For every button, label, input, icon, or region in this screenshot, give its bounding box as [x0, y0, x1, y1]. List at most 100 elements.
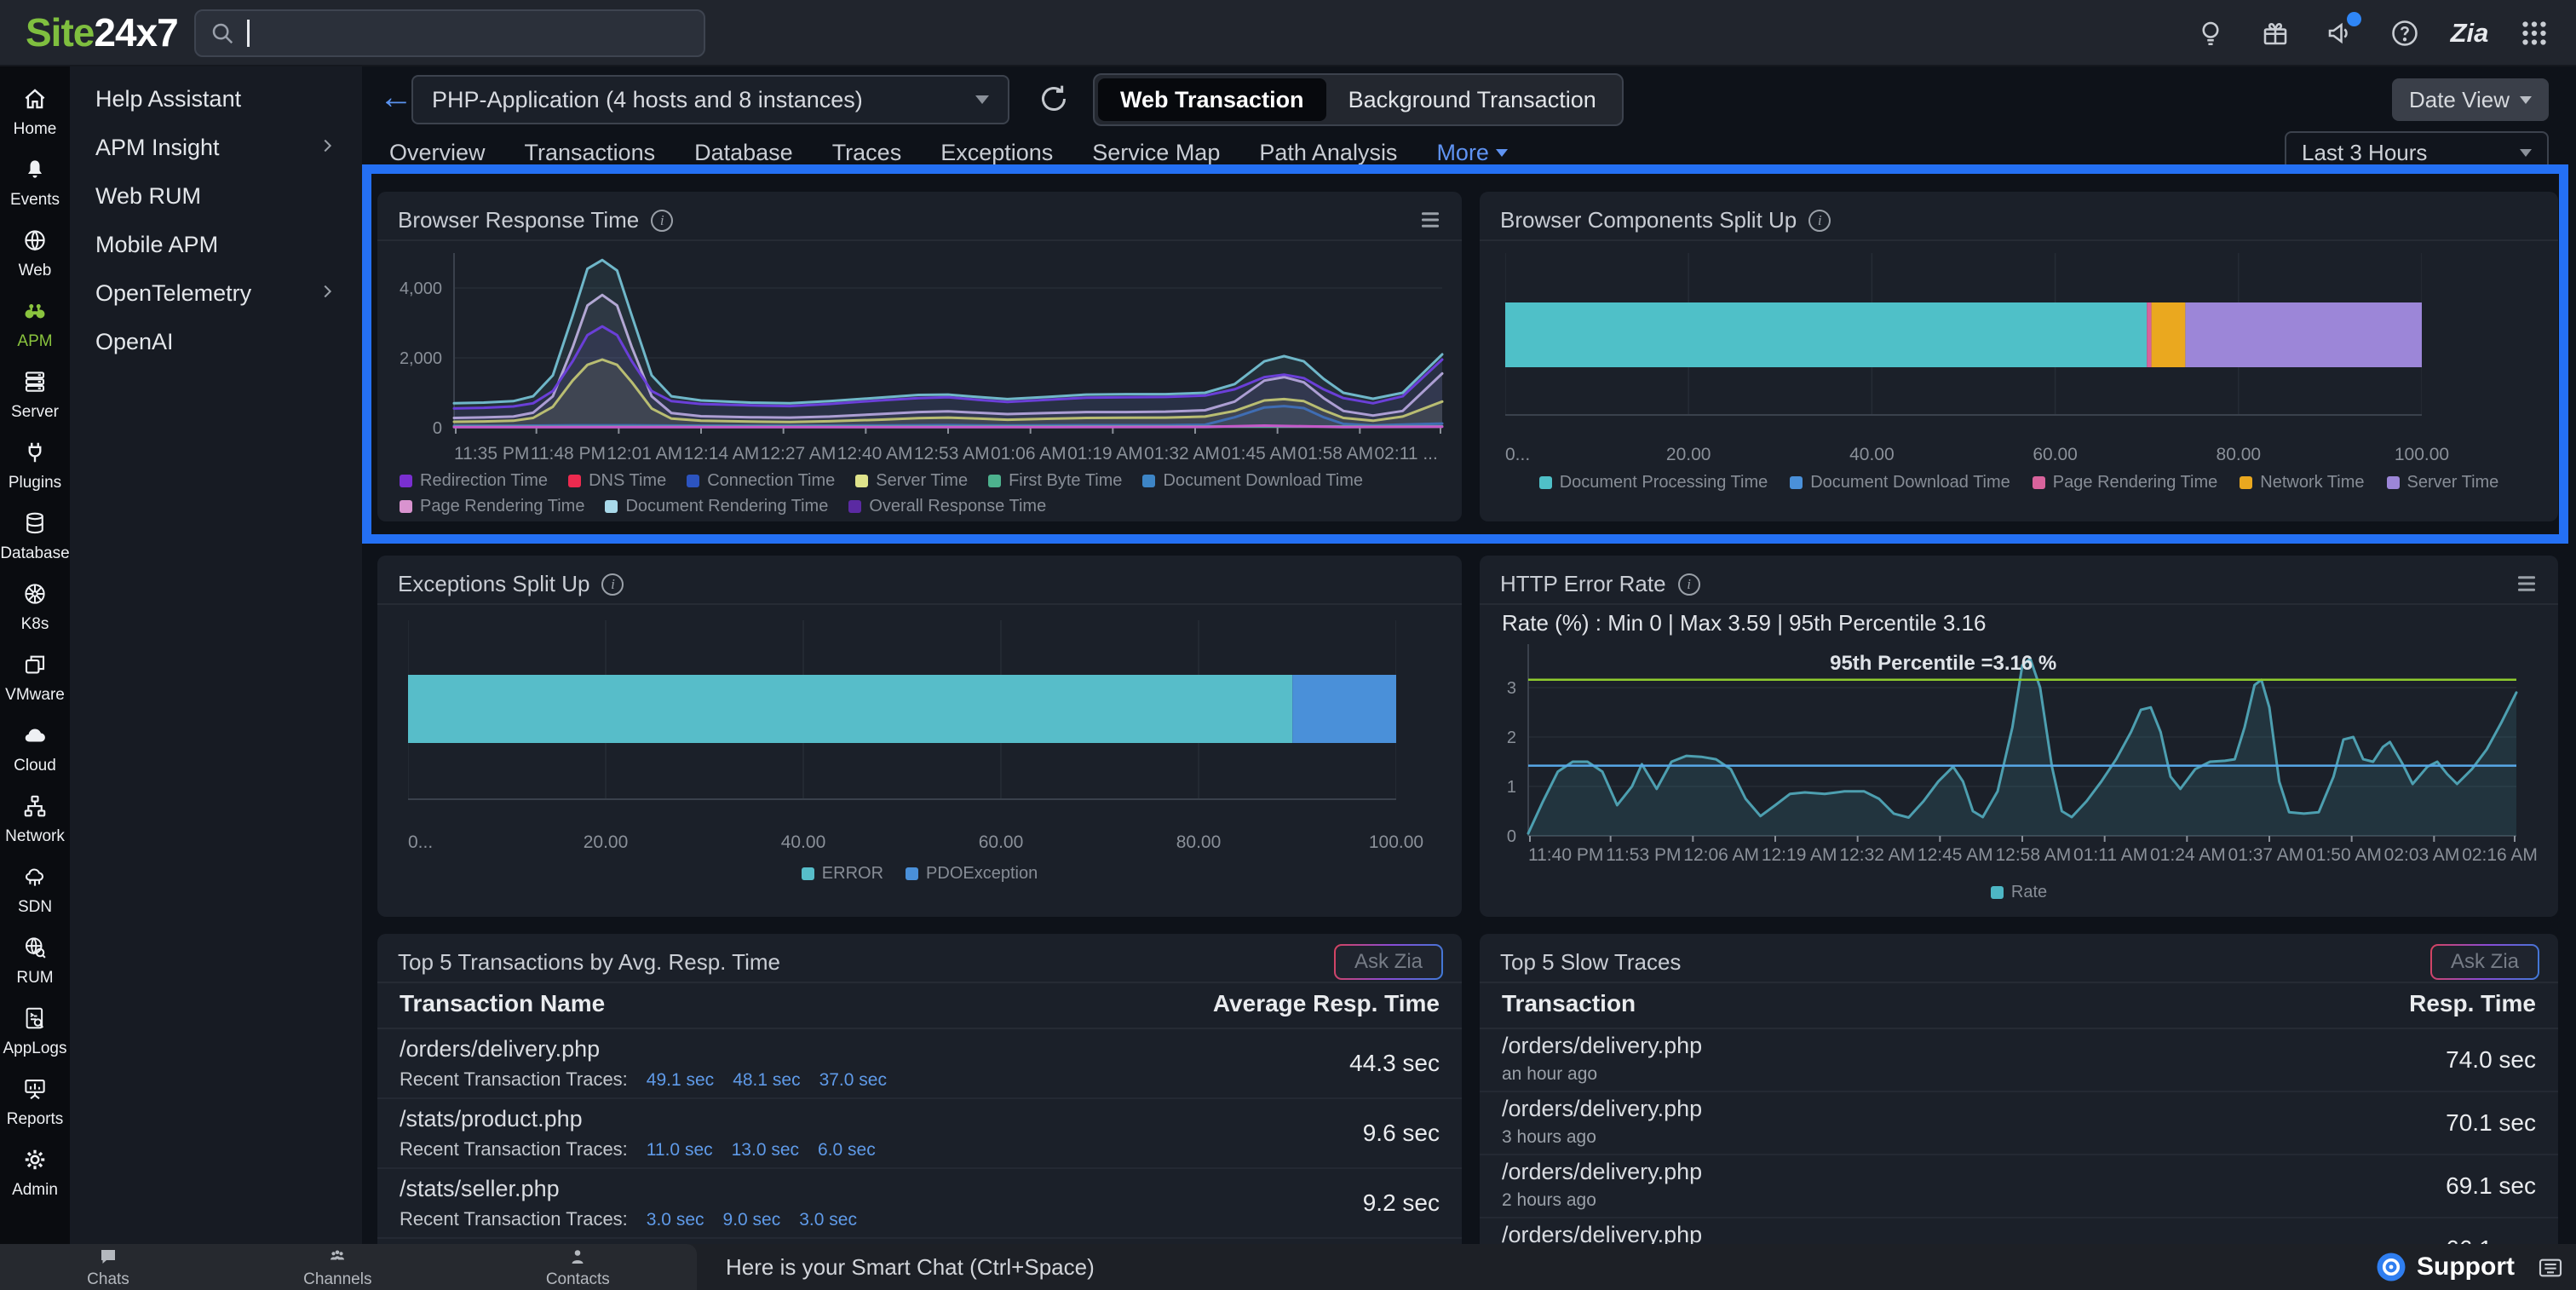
trace-link[interactable]: 3.0 sec [799, 1210, 857, 1230]
sidebar-item-rum[interactable]: RUM [0, 925, 70, 996]
legend-item-error[interactable]: ERROR [802, 864, 883, 884]
info-icon[interactable] [1678, 573, 1700, 596]
tab-service-map[interactable]: Service Map [1092, 140, 1220, 166]
tab-database[interactable]: Database [694, 140, 793, 166]
sidebar-item-applogs[interactable]: AppLogs [0, 996, 70, 1067]
http_error_rate-svg: 012395th Percentile =3.16 % [1490, 644, 2527, 848]
transaction-name-link[interactable]: /orders/delivery.php [1502, 1033, 1702, 1059]
site24x7-logo[interactable]: Site24x7 [26, 9, 178, 55]
sidebar-item-database[interactable]: Database [0, 501, 70, 572]
info-icon[interactable] [1808, 210, 1831, 232]
global-search-input[interactable] [194, 9, 705, 57]
legend-item-redirection-time[interactable]: Redirection Time [400, 471, 548, 491]
legend-item-server-time[interactable]: Server Time [855, 471, 968, 491]
back-arrow-icon[interactable]: ← [379, 80, 413, 114]
info-icon[interactable] [651, 210, 673, 232]
tab-path-analysis[interactable]: Path Analysis [1259, 140, 1397, 166]
legend-item-page-rendering-time[interactable]: Page Rendering Time [400, 497, 584, 516]
submenu-item-openai[interactable]: OpenAI [70, 318, 362, 366]
sidebar-item-cloud[interactable]: Cloud [0, 713, 70, 784]
apps-grid-icon[interactable] [2515, 14, 2554, 53]
sidebar-item-k8s[interactable]: K8s [0, 572, 70, 642]
trace-link[interactable]: 48.1 sec [733, 1070, 800, 1091]
trace-link[interactable]: 6.0 sec [818, 1140, 876, 1160]
transaction-name-link[interactable]: /orders/delivery.php [1502, 1096, 1702, 1122]
help-icon[interactable] [2385, 14, 2424, 53]
sidebar-item-web[interactable]: Web [0, 218, 70, 289]
support-button[interactable]: Support [2376, 1252, 2515, 1282]
smart-chat-hint[interactable]: Here is your Smart Chat (Ctrl+Space) [726, 1254, 1095, 1281]
sidebar-item-apm[interactable]: APM [0, 289, 70, 360]
trace-link[interactable]: 9.0 sec [723, 1210, 781, 1230]
legend-item-network-time[interactable]: Network Time [2240, 473, 2364, 492]
sidebar-item-server[interactable]: Server [0, 360, 70, 430]
tab-more[interactable]: More [1436, 140, 1508, 166]
ask-zia-button[interactable]: Ask Zia [1334, 944, 1443, 980]
tab-exceptions[interactable]: Exceptions [940, 140, 1053, 166]
legend-item-pdoexception[interactable]: PDOException [906, 864, 1038, 884]
bar-segment-network-time[interactable] [2152, 302, 2186, 367]
legend-item-rate[interactable]: Rate [1991, 883, 2047, 902]
refresh-icon[interactable] [1037, 82, 1071, 120]
transaction-name-link[interactable]: /stats/product.php [400, 1106, 583, 1132]
sidebar-item-events[interactable]: Events [0, 147, 70, 218]
legend-item-overall-response-time[interactable]: Overall Response Time [848, 497, 1046, 516]
submenu-item-web-rum[interactable]: Web RUM [70, 172, 362, 221]
tab-overview[interactable]: Overview [389, 140, 486, 166]
sidebar-item-admin[interactable]: Admin [0, 1137, 70, 1208]
legend-item-document-download-time[interactable]: Document Download Time [1790, 473, 2010, 492]
application-selector[interactable]: PHP-Application (4 hosts and 8 instances… [411, 75, 1009, 124]
legend-item-connection-time[interactable]: Connection Time [687, 471, 835, 491]
gift-icon[interactable] [2256, 14, 2295, 53]
sidebar-item-network[interactable]: Network [0, 784, 70, 855]
bar-segment-server-time[interactable] [2185, 302, 2422, 367]
date-view-button[interactable]: Date View [2392, 78, 2549, 121]
x-tick-label: 11:48 PM [531, 444, 606, 464]
sidebar-item-home[interactable]: Home [0, 77, 70, 147]
bulb-icon[interactable] [2191, 14, 2230, 53]
sidebar-item-vmware[interactable]: VMware [0, 642, 70, 713]
trace-link[interactable]: 37.0 sec [819, 1070, 887, 1091]
submenu-item-help-assistant[interactable]: Help Assistant [70, 75, 362, 124]
bar-segment-pdoexception[interactable] [1292, 675, 1396, 743]
dock-item-channels[interactable]: Channels [303, 1247, 371, 1288]
keyboard-icon[interactable] [2537, 1254, 2564, 1286]
hamburger-icon[interactable] [1417, 207, 1443, 237]
submenu-item-apm-insight[interactable]: APM Insight [70, 124, 362, 172]
hamburger-icon[interactable] [2514, 571, 2539, 601]
legend-item-dns-time[interactable]: DNS Time [568, 471, 666, 491]
tab-transactions[interactable]: Transactions [525, 140, 656, 166]
transaction-name-link[interactable]: /orders/delivery.php [1502, 1159, 1702, 1185]
tab-background-transaction[interactable]: Background Transaction [1326, 78, 1619, 121]
ask-zia-button[interactable]: Ask Zia [2430, 944, 2539, 980]
legend-item-document-rendering-time[interactable]: Document Rendering Time [605, 497, 828, 516]
dock-item-chats[interactable]: Chats [87, 1247, 129, 1288]
transaction-name-link[interactable]: /orders/delivery.php [400, 1036, 600, 1063]
trace-link[interactable]: 13.0 sec [732, 1140, 799, 1160]
tab-web-transaction[interactable]: Web Transaction [1098, 78, 1326, 121]
legend-item-server-time[interactable]: Server Time [2387, 473, 2499, 492]
chart-legend: ERROR PDOException [377, 864, 1462, 884]
trace-link[interactable]: 3.0 sec [647, 1210, 704, 1230]
legend-item-page-rendering-time[interactable]: Page Rendering Time [2033, 473, 2217, 492]
submenu-item-mobile-apm[interactable]: Mobile APM [70, 221, 362, 269]
submenu-item-opentelemetry[interactable]: OpenTelemetry [70, 269, 362, 318]
megaphone-icon[interactable] [2320, 14, 2360, 53]
legend-item-document-download-time[interactable]: Document Download Time [1142, 471, 1363, 491]
time-range-select[interactable]: Last 3 Hours [2285, 131, 2549, 174]
trace-link[interactable]: 11.0 sec [647, 1140, 713, 1160]
transaction-name-link[interactable]: /stats/seller.php [400, 1176, 560, 1202]
sidebar-item-sdn[interactable]: SDN [0, 855, 70, 925]
info-icon[interactable] [601, 573, 624, 596]
tab-traces[interactable]: Traces [832, 140, 902, 166]
bar-segment-document-processing-time[interactable] [1505, 302, 2147, 367]
legend-item-document-processing-time[interactable]: Document Processing Time [1539, 473, 1768, 492]
zia-icon[interactable]: Zia [2450, 14, 2489, 53]
bar-segment-error[interactable] [408, 675, 1292, 743]
sidebar-item-plugins[interactable]: Plugins [0, 430, 70, 501]
dock-item-contacts[interactable]: Contacts [546, 1247, 610, 1288]
legend-item-first-byte-time[interactable]: First Byte Time [988, 471, 1122, 491]
sidebar-item-reports[interactable]: Reports [0, 1067, 70, 1137]
bar-segment-page-rendering-time[interactable] [2147, 302, 2151, 367]
trace-link[interactable]: 49.1 sec [647, 1070, 714, 1091]
